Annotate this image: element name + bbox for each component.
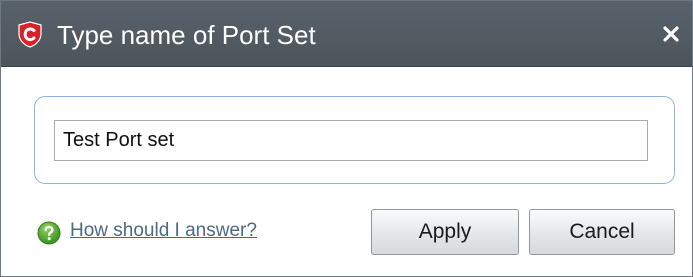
how-should-i-answer-link[interactable]: How should I answer? xyxy=(70,218,257,244)
name-group-box xyxy=(34,96,675,184)
close-icon[interactable] xyxy=(662,25,680,43)
comodo-shield-icon xyxy=(18,21,42,48)
apply-button[interactable]: Apply xyxy=(371,209,519,255)
port-set-name-input[interactable] xyxy=(54,120,648,161)
title-bar[interactable]: Type name of Port Set xyxy=(1,1,692,67)
dialog-title: Type name of Port Set xyxy=(57,20,316,50)
cancel-button[interactable]: Cancel xyxy=(529,209,675,255)
port-set-name-dialog: Type name of Port Set How should I answe… xyxy=(0,0,693,277)
question-circle-icon[interactable] xyxy=(37,221,61,245)
